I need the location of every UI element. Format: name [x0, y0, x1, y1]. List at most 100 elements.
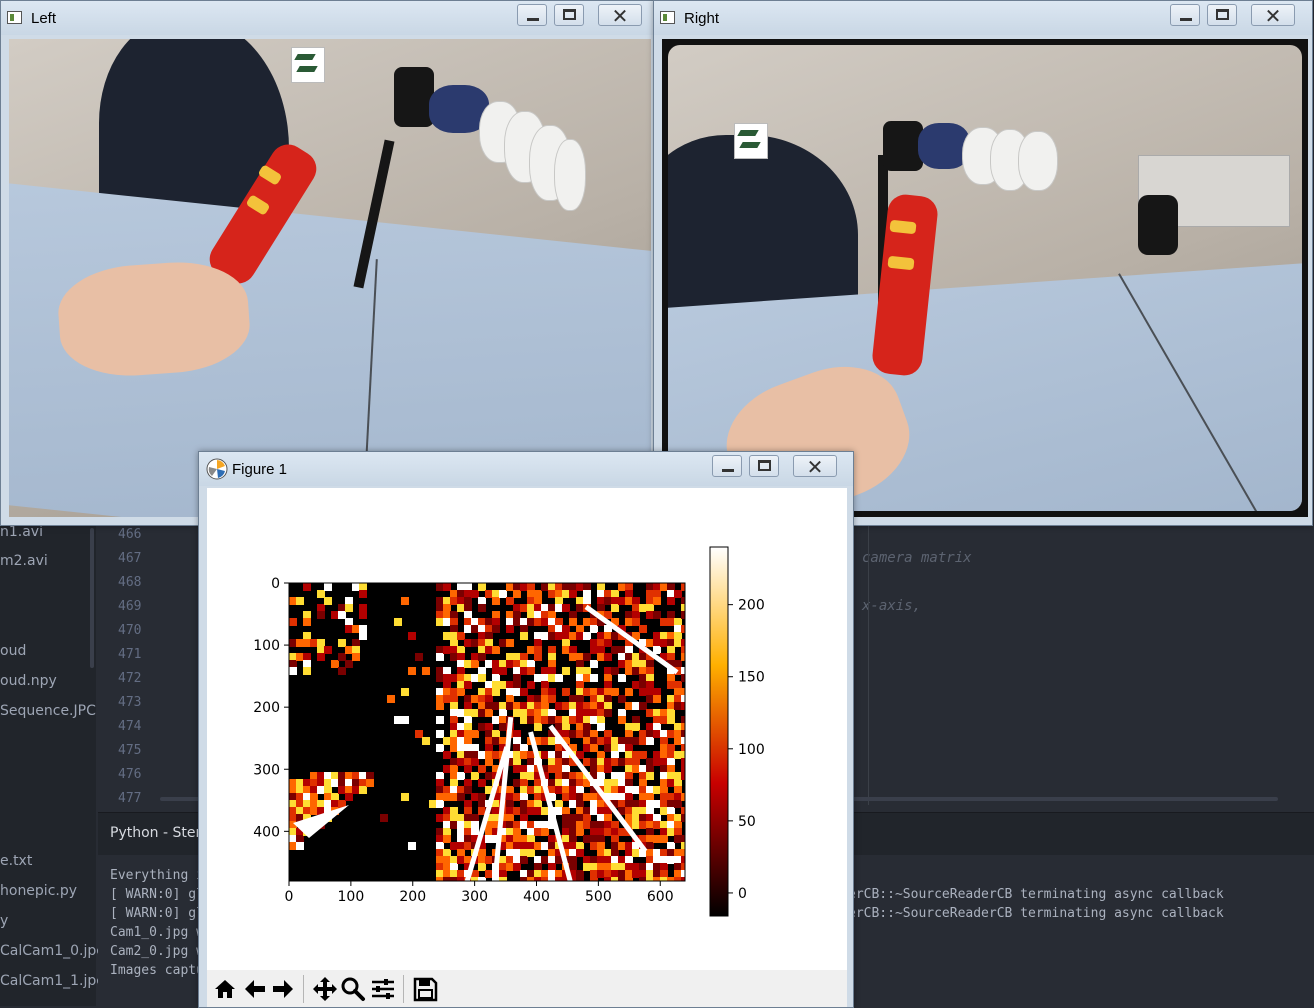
- tree-item[interactable]: CalCam1_0.jpc: [0, 943, 104, 959]
- heatmap-cell: [450, 597, 458, 605]
- heatmap-cell: [569, 814, 577, 822]
- code-comment[interactable]: camera matrix: [862, 550, 972, 566]
- maximize-button[interactable]: [749, 455, 779, 477]
- heatmap-cell: [653, 639, 661, 647]
- heatmap-cell: [527, 842, 535, 850]
- heatmap-cell: [583, 863, 591, 871]
- heatmap-cell: [604, 688, 612, 696]
- heatmap-cell: [450, 702, 458, 710]
- heatmap-cell: [457, 681, 465, 689]
- maximize-button[interactable]: [554, 4, 584, 26]
- heatmap-cell: [338, 779, 346, 787]
- heatmap-cell: [520, 604, 528, 612]
- heatmap-cell: [436, 667, 444, 675]
- disparity-chart[interactable]: 0 100 200 300 400 500 600 0 100 200 300 400 0 50 100 1…: [207, 488, 847, 970]
- code-comment[interactable]: x-axis,: [862, 598, 921, 614]
- titlebar[interactable]: Right ✕: [654, 1, 1312, 35]
- heatmap-image[interactable]: [289, 583, 689, 885]
- heatmap-cell: [513, 611, 521, 619]
- heatmap-cell: [569, 618, 577, 626]
- titlebar[interactable]: Left ✕: [1, 1, 655, 35]
- heatmap-cell: [303, 611, 311, 619]
- configure-subplots-icon[interactable]: [369, 975, 397, 1003]
- back-icon[interactable]: [241, 975, 269, 1003]
- heatmap-cell: [604, 765, 612, 773]
- heatmap-cell: [569, 646, 577, 654]
- left-camera-window[interactable]: Left ✕: [0, 0, 656, 526]
- heatmap-cell: [520, 702, 528, 710]
- heatmap-cell: [597, 646, 605, 654]
- heatmap-cell: [625, 863, 633, 871]
- heatmap-cell: [534, 821, 542, 829]
- heatmap-cell: [632, 800, 640, 808]
- heatmap-cell: [611, 821, 619, 829]
- heatmap-cell: [520, 751, 528, 759]
- close-button[interactable]: ✕: [1251, 4, 1295, 28]
- heatmap-cell: [527, 590, 535, 598]
- heatmap-cell: [583, 667, 591, 675]
- heatmap-cell: [548, 604, 556, 612]
- left-camera-image: [9, 39, 651, 517]
- heatmap-cell: [464, 835, 472, 843]
- minimize-button[interactable]: [1170, 4, 1200, 26]
- heatmap-cell: [457, 583, 465, 591]
- heatmap-cell: [303, 779, 311, 787]
- figure-canvas[interactable]: 0 100 200 300 400 500 600 0 100 200 300 400 0 50 100 1…: [207, 488, 847, 970]
- heatmap-cell: [548, 611, 556, 619]
- heatmap-cell: [527, 835, 535, 843]
- heatmap-cell: [450, 695, 458, 703]
- minimize-button[interactable]: [517, 4, 547, 26]
- tree-item[interactable]: honepic.py: [0, 883, 77, 899]
- heatmap-cell: [520, 660, 528, 668]
- minimize-button[interactable]: [712, 455, 742, 477]
- heatmap-cell: [653, 583, 661, 591]
- heatmap-cell: [485, 751, 493, 759]
- heatmap-cell: [674, 856, 682, 864]
- heatmap-cell: [443, 849, 451, 857]
- heatmap-cell: [597, 828, 605, 836]
- terminal-line: [ WARN:0] gl: [110, 887, 204, 902]
- maximize-button[interactable]: [1207, 4, 1237, 26]
- figure-window[interactable]: Figure 1 ✕ 0 100 200 300 400 500 600 0 100 200 300…: [198, 451, 854, 1008]
- line-number: 467: [118, 551, 142, 566]
- heatmap-cell: [604, 737, 612, 745]
- tree-item[interactable]: y: [0, 913, 8, 929]
- heatmap-cell: [450, 786, 458, 794]
- tree-item[interactable]: e.txt: [0, 853, 32, 869]
- heatmap-cell: [345, 618, 353, 626]
- heatmap-cell: [443, 807, 451, 815]
- heatmap-cell: [478, 646, 486, 654]
- tree-item[interactable]: CalCam1_1.jpc: [0, 973, 104, 989]
- close-button[interactable]: ✕: [793, 455, 837, 479]
- tree-item[interactable]: oud.npy: [0, 673, 57, 689]
- heatmap-cell: [583, 632, 591, 640]
- heatmap-cell: [646, 583, 654, 591]
- tree-item[interactable]: Sequence.JPC: [0, 703, 96, 719]
- heatmap-cell: [296, 807, 304, 815]
- heatmap-cell: [506, 835, 514, 843]
- heatmap-cell: [667, 639, 675, 647]
- heatmap-cell: [611, 849, 619, 857]
- tree-item[interactable]: n1.avi: [0, 524, 43, 540]
- save-icon[interactable]: [411, 975, 439, 1003]
- pan-icon[interactable]: [311, 975, 339, 1003]
- titlebar[interactable]: Figure 1 ✕: [199, 452, 853, 486]
- heatmap-cell: [562, 688, 570, 696]
- close-button[interactable]: ✕: [598, 4, 642, 28]
- heatmap-cell: [618, 653, 626, 661]
- heatmap-cell: [310, 793, 318, 801]
- heatmap-cell: [443, 695, 451, 703]
- forward-icon[interactable]: [269, 975, 297, 1003]
- heatmap-cell: [639, 779, 647, 787]
- tree-scrollbar[interactable]: [90, 528, 94, 668]
- right-camera-window[interactable]: Right ✕: [653, 0, 1313, 526]
- tree-item[interactable]: oud: [0, 643, 26, 659]
- home-icon[interactable]: [211, 975, 239, 1003]
- heatmap-cell: [632, 737, 640, 745]
- zoom-icon[interactable]: [339, 975, 367, 1003]
- heatmap-cell: [604, 821, 612, 829]
- heatmap-cell: [611, 590, 619, 598]
- heatmap-cell: [541, 667, 549, 675]
- tree-item[interactable]: m2.avi: [0, 553, 48, 569]
- heatmap-cell: [576, 583, 584, 591]
